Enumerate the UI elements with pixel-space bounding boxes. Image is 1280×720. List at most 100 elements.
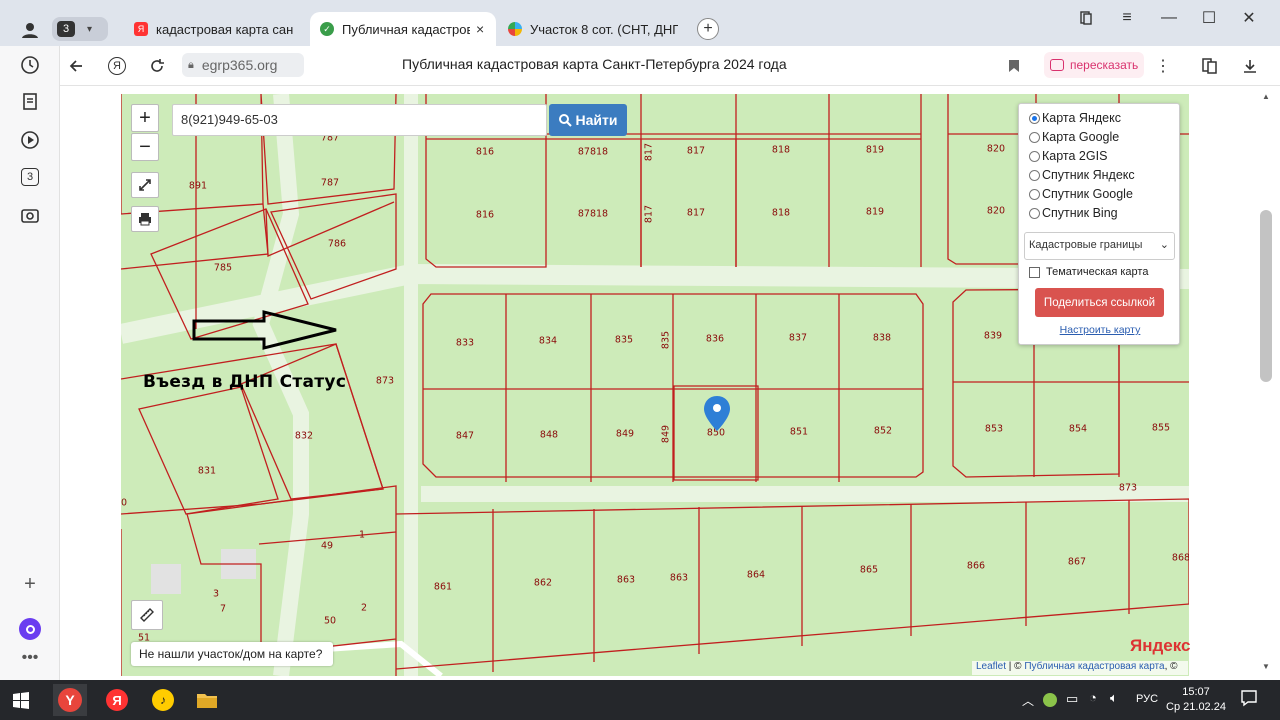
page-title: Публичная кадастровая карта Санкт-Петерб… (402, 56, 787, 72)
bookmark-icon[interactable] (1004, 55, 1024, 77)
plot-number: 819 (866, 145, 884, 156)
screen: 3 ▾ Я кадастровая карта санкт-п ✓ Публич… (0, 0, 1280, 720)
play-icon[interactable] (18, 128, 42, 152)
zoom-out-button[interactable]: − (131, 133, 159, 161)
radio-selected[interactable] (1029, 112, 1040, 124)
radio[interactable] (1029, 207, 1040, 219)
notifications-icon[interactable] (1240, 689, 1258, 712)
wifi-icon[interactable]: ◔ (1089, 690, 1097, 705)
plot-number: 847 (456, 431, 474, 442)
plot-number: 868 (1172, 553, 1189, 564)
share-link-button[interactable]: Поделиться ссылкой (1035, 288, 1164, 317)
layer-option-2gis-map[interactable]: Карта 2GIS (1029, 149, 1107, 163)
find-button[interactable]: Найти (549, 104, 627, 136)
menu-icon[interactable]: ≡ (1117, 8, 1137, 28)
history-icon[interactable] (18, 53, 42, 77)
print-button[interactable] (131, 206, 159, 232)
badge-label: 3 (21, 168, 39, 186)
zoom-in-button[interactable]: + (131, 104, 159, 132)
retell-label: пересказать (1070, 58, 1139, 72)
layer-option-yandex-satellite[interactable]: Спутник Яндекс (1029, 168, 1135, 182)
plot-number: 3 (213, 589, 219, 600)
reading-mode-icon[interactable] (1198, 54, 1222, 78)
add-panel-icon[interactable]: + (18, 572, 42, 596)
scroll-up-arrow[interactable]: ▲ (1262, 92, 1270, 101)
yandex-home-icon[interactable]: Я (105, 54, 129, 78)
plot-number: 818 (772, 208, 790, 219)
download-icon[interactable] (1238, 54, 1262, 78)
alice-icon[interactable] (18, 617, 42, 641)
layer-select[interactable]: Кадастровые границы ⌄ (1024, 232, 1175, 260)
file-explorer-taskbar-icon[interactable] (190, 684, 224, 716)
tab-cadastral-map-spb[interactable]: Я кадастровая карта санкт-п (124, 12, 308, 46)
profile-icon[interactable] (16, 16, 44, 44)
battery-icon[interactable]: ▭ (1066, 691, 1078, 707)
sidebar-badge[interactable]: 3 (18, 165, 42, 189)
plot-number: 853 (985, 424, 1003, 435)
browser-sidebar: 3 + ••• (0, 46, 60, 680)
more-vertical-icon[interactable]: ⋮ (1153, 55, 1173, 77)
clock[interactable]: 15:07 Ср 21.02.24 (1166, 685, 1226, 715)
close-window-icon[interactable]: ✕ (1238, 8, 1260, 28)
minimize-icon[interactable]: — (1158, 8, 1180, 28)
configure-map-link[interactable]: Настроить карту (1019, 324, 1181, 336)
radio[interactable] (1029, 150, 1040, 162)
maximize-icon[interactable]: ☐ (1198, 8, 1220, 28)
collections-icon[interactable] (18, 90, 42, 114)
back-arrow-icon[interactable] (64, 54, 88, 78)
radio[interactable] (1029, 131, 1040, 143)
plot-number: 835 (615, 335, 633, 346)
yandex-taskbar-icon[interactable]: Я (100, 684, 134, 716)
page-scrollbar[interactable] (1256, 86, 1280, 680)
checkbox[interactable] (1029, 266, 1040, 278)
reload-icon[interactable] (145, 54, 169, 78)
cadastral-map-link[interactable]: Публичная кадастровая карта (1024, 661, 1164, 672)
plot-number: 854 (1069, 424, 1087, 435)
plot-number: 851 (790, 427, 808, 438)
layer-label: Карта 2GIS (1042, 149, 1108, 163)
not-found-button[interactable]: Не нашли участок/дом на карте? (131, 642, 333, 666)
tab-public-cadastral-map[interactable]: ✓ Публичная кадастрова × (310, 12, 496, 46)
language-indicator[interactable]: РУС (1136, 693, 1158, 705)
close-tab-icon[interactable]: × (476, 21, 484, 37)
plot-number: 839 (984, 331, 1002, 342)
yandex-browser-taskbar-icon[interactable]: Y (53, 684, 87, 716)
yandex-music-taskbar-icon[interactable]: ♪ (146, 684, 180, 716)
leaflet-link[interactable]: Leaflet (976, 661, 1006, 672)
layer-option-google-map[interactable]: Карта Google (1029, 130, 1119, 144)
screenshot-icon[interactable] (18, 203, 42, 227)
radio[interactable] (1029, 188, 1040, 200)
fullscreen-button[interactable] (131, 172, 159, 198)
layer-label: Карта Яндекс (1042, 111, 1121, 125)
plot-number: 1 (359, 530, 365, 541)
windows-start-icon[interactable] (4, 684, 38, 716)
bookmarks-panel-icon[interactable] (1076, 8, 1096, 28)
layer-option-google-satellite[interactable]: Спутник Google (1029, 187, 1133, 201)
thematic-map-checkbox[interactable]: Тематическая карта (1029, 266, 1148, 278)
more-dots-icon[interactable]: ••• (18, 646, 42, 670)
scrollbar-thumb[interactable] (1260, 210, 1272, 382)
new-tab-button[interactable]: + (697, 18, 719, 40)
plot-number: 863 (670, 573, 688, 584)
plot-number: 861 (434, 582, 452, 593)
volume-icon[interactable]: 🔈︎ (1110, 690, 1118, 706)
plot-number: 0 (121, 498, 127, 509)
tab-counter[interactable]: 3 ▾ (52, 17, 108, 41)
plot-number: 832 (295, 431, 313, 442)
plot-number: 862 (534, 578, 552, 589)
retell-button[interactable]: пересказать (1044, 52, 1144, 78)
layer-option-bing-satellite[interactable]: Спутник Bing (1029, 206, 1118, 220)
tray-chevron-icon[interactable]: ︿ (1022, 692, 1034, 709)
search-icon (558, 113, 572, 127)
retell-icon (1050, 59, 1064, 71)
search-input[interactable]: 8(921)949-65-03 (172, 104, 547, 136)
scroll-down-arrow[interactable]: ▼ (1262, 662, 1270, 671)
url-field[interactable]: 🔒︎ egrp365.org (182, 53, 304, 77)
tab-label: кадастровая карта санкт-п (156, 21, 294, 37)
tray-app-icon[interactable] (1043, 693, 1057, 707)
tab-plot-listing[interactable]: Участок 8 сот. (СНТ, ДНП) (498, 12, 684, 46)
radio[interactable] (1029, 169, 1040, 181)
layer-option-yandex-map[interactable]: Карта Яндекс (1029, 111, 1121, 125)
plot-number: 891 (189, 181, 207, 192)
ruler-button[interactable] (131, 600, 163, 630)
